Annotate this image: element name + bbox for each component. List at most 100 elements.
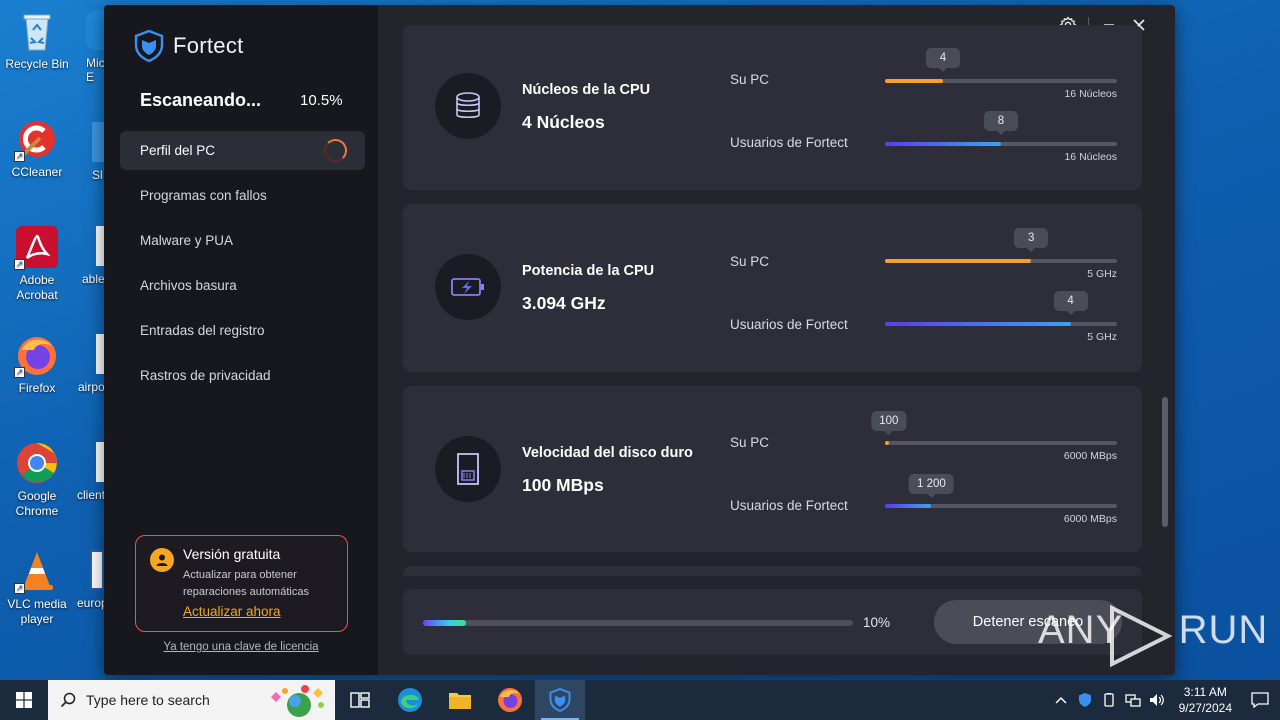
promo-title: Versión gratuita bbox=[183, 546, 281, 562]
search-highlight-icon bbox=[271, 685, 324, 717]
desktop-icon-partial[interactable]: europ bbox=[77, 550, 107, 610]
metric-card-disk-speed: Velocidad del disco duro 100 MBps Su PC … bbox=[403, 386, 1142, 552]
nav-item-rastros-de-privacidad[interactable]: Rastros de privacidad bbox=[120, 356, 365, 395]
taskbar: Type here to search 3:11 AM 9/27/2024 bbox=[0, 680, 1280, 720]
sidebar: Fortect Escaneando... 10.5% Perfil del P… bbox=[104, 5, 378, 675]
bar-fill bbox=[885, 259, 1032, 263]
metric-card-cpu-power: Potencia de la CPU 3.094 GHz Su PC 3 5 G… bbox=[403, 204, 1142, 372]
bar-fill bbox=[885, 441, 889, 445]
scan-progress-label: 10% bbox=[863, 615, 891, 630]
scan-progress-bar bbox=[423, 620, 853, 626]
desktop-icon-ccleaner[interactable]: ↗ CCleaner bbox=[0, 116, 74, 180]
row-label-fortect-users: Usuarios de Fortect bbox=[730, 317, 848, 332]
free-version-promo: Versión gratuita Actualizar para obtener… bbox=[135, 535, 348, 632]
scan-nav: Perfil del PC Programas con fallos Malwa… bbox=[120, 131, 365, 401]
desktop-icon-label: VLC media player bbox=[7, 597, 67, 626]
bar-fill bbox=[885, 79, 943, 83]
metric-card-cpu-cores: Núcleos de la CPU 4 Núcleos Su PC 4 16 N… bbox=[403, 25, 1142, 190]
card-value: 100 MBps bbox=[522, 475, 604, 495]
app-name: Fortect bbox=[173, 33, 244, 58]
battery-icon[interactable] bbox=[1097, 680, 1121, 720]
brand: Fortect bbox=[134, 30, 244, 62]
nav-item-label: Entradas del registro bbox=[140, 323, 265, 338]
comparison-bar bbox=[885, 504, 1117, 508]
value-bubble: 100 bbox=[871, 411, 907, 435]
value-bubble: 1 200 bbox=[909, 474, 954, 498]
comparison-bar bbox=[885, 79, 1117, 83]
app-icon bbox=[86, 10, 106, 50]
desktop-icon-recycle-bin[interactable]: Recycle Bin bbox=[0, 8, 74, 72]
max-label: 16 Núcleos bbox=[1064, 88, 1117, 100]
battery-bolt-icon bbox=[451, 278, 484, 296]
desktop-icon-label: europ bbox=[77, 596, 107, 610]
upgrade-now-link[interactable]: Actualizar ahora bbox=[183, 604, 281, 619]
comparison-bar bbox=[885, 142, 1117, 146]
license-key-link[interactable]: Ya tengo una clave de licencia bbox=[104, 641, 378, 653]
card-icon-circle bbox=[435, 254, 501, 320]
fortect-tray-icon[interactable] bbox=[1073, 680, 1097, 720]
adobe-acrobat-icon: ↗ bbox=[14, 224, 60, 270]
shortcut-arrow-icon: ↗ bbox=[14, 583, 25, 594]
bar-fill bbox=[885, 322, 1071, 326]
bar-fill bbox=[885, 142, 1001, 146]
ccleaner-icon: ↗ bbox=[14, 116, 60, 162]
volume-icon[interactable] bbox=[1145, 680, 1169, 720]
promo-text: Actualizar para obtener reparaciones aut… bbox=[183, 569, 309, 598]
comparison-bar bbox=[885, 441, 1117, 445]
nav-item-label: Archivos basura bbox=[140, 278, 237, 293]
chevron-up-icon[interactable] bbox=[1049, 680, 1073, 720]
taskbar-file-explorer[interactable] bbox=[435, 680, 485, 720]
nav-item-programas-con-fallos[interactable]: Programas con fallos bbox=[120, 176, 365, 215]
notification-center-button[interactable] bbox=[1240, 680, 1280, 720]
shortcut-arrow-icon: ↗ bbox=[14, 151, 25, 162]
desktop-icon-partial[interactable]: client bbox=[77, 442, 107, 502]
desktop-icon-firefox[interactable]: ↗ Firefox bbox=[0, 332, 74, 396]
metric-card-next bbox=[403, 566, 1142, 576]
row-label-fortect-users: Usuarios de Fortect bbox=[730, 135, 848, 150]
user-avatar-icon bbox=[150, 548, 174, 572]
taskbar-clock[interactable]: 3:11 AM 9/27/2024 bbox=[1179, 684, 1232, 716]
desktop-icon-google-chrome[interactable]: Google Chrome bbox=[0, 440, 74, 519]
fortect-shield-logo-icon bbox=[134, 30, 164, 62]
notification-icon bbox=[1251, 692, 1269, 708]
desktop-icon-label: Recycle Bin bbox=[5, 57, 69, 71]
card-value: 4 Núcleos bbox=[522, 112, 605, 132]
word-document-icon bbox=[90, 550, 104, 590]
desktop-icon-adobe-acrobat[interactable]: ↗ Adobe Acrobat bbox=[0, 224, 74, 303]
search-placeholder: Type here to search bbox=[86, 692, 210, 708]
scrollbar-thumb[interactable] bbox=[1162, 397, 1168, 527]
desktop-icon-vlc[interactable]: ↗ VLC media player bbox=[0, 548, 74, 627]
nav-item-entradas-del-registro[interactable]: Entradas del registro bbox=[120, 311, 365, 350]
desktop-icon-label: client bbox=[77, 488, 106, 502]
card-title: Potencia de la CPU bbox=[522, 263, 655, 279]
scan-percent: 10.5% bbox=[300, 92, 343, 109]
task-view-icon bbox=[350, 692, 370, 708]
vlc-cone-icon: ↗ bbox=[14, 548, 60, 594]
row-label-su-pc: Su PC bbox=[730, 72, 770, 87]
chrome-icon bbox=[14, 440, 60, 486]
taskbar-fortect[interactable] bbox=[535, 680, 585, 720]
loading-spinner-icon bbox=[324, 139, 347, 162]
value-bubble: 3 bbox=[1014, 228, 1049, 252]
card-title: Núcleos de la CPU bbox=[522, 82, 651, 98]
nav-item-perfil-del-pc[interactable]: Perfil del PC bbox=[120, 131, 365, 170]
max-label: 16 Núcleos bbox=[1064, 151, 1117, 163]
network-icon[interactable] bbox=[1121, 680, 1145, 720]
task-view-button[interactable] bbox=[335, 680, 385, 720]
sd-card-icon bbox=[457, 453, 479, 485]
desktop-icon-label: Firefox bbox=[18, 381, 56, 395]
taskbar-search-box[interactable]: Type here to search bbox=[48, 680, 335, 720]
nav-item-malware-y-pua[interactable]: Malware y PUA bbox=[120, 221, 365, 260]
desktop-icon-label: CCleaner bbox=[11, 165, 63, 179]
taskbar-firefox[interactable] bbox=[485, 680, 535, 720]
folder-icon bbox=[449, 693, 471, 709]
fortect-window: Fortect Escaneando... 10.5% Perfil del P… bbox=[104, 5, 1175, 675]
taskbar-edge[interactable] bbox=[385, 680, 435, 720]
windows-logo-icon bbox=[16, 692, 32, 708]
nav-item-archivos-basura[interactable]: Archivos basura bbox=[120, 266, 365, 305]
card-value: 3.094 GHz bbox=[522, 293, 606, 313]
system-tray: 3:11 AM 9/27/2024 bbox=[1049, 680, 1280, 720]
card-title: Velocidad del disco duro bbox=[522, 445, 693, 461]
start-button[interactable] bbox=[0, 680, 48, 720]
shortcut-arrow-icon: ↗ bbox=[14, 259, 25, 270]
